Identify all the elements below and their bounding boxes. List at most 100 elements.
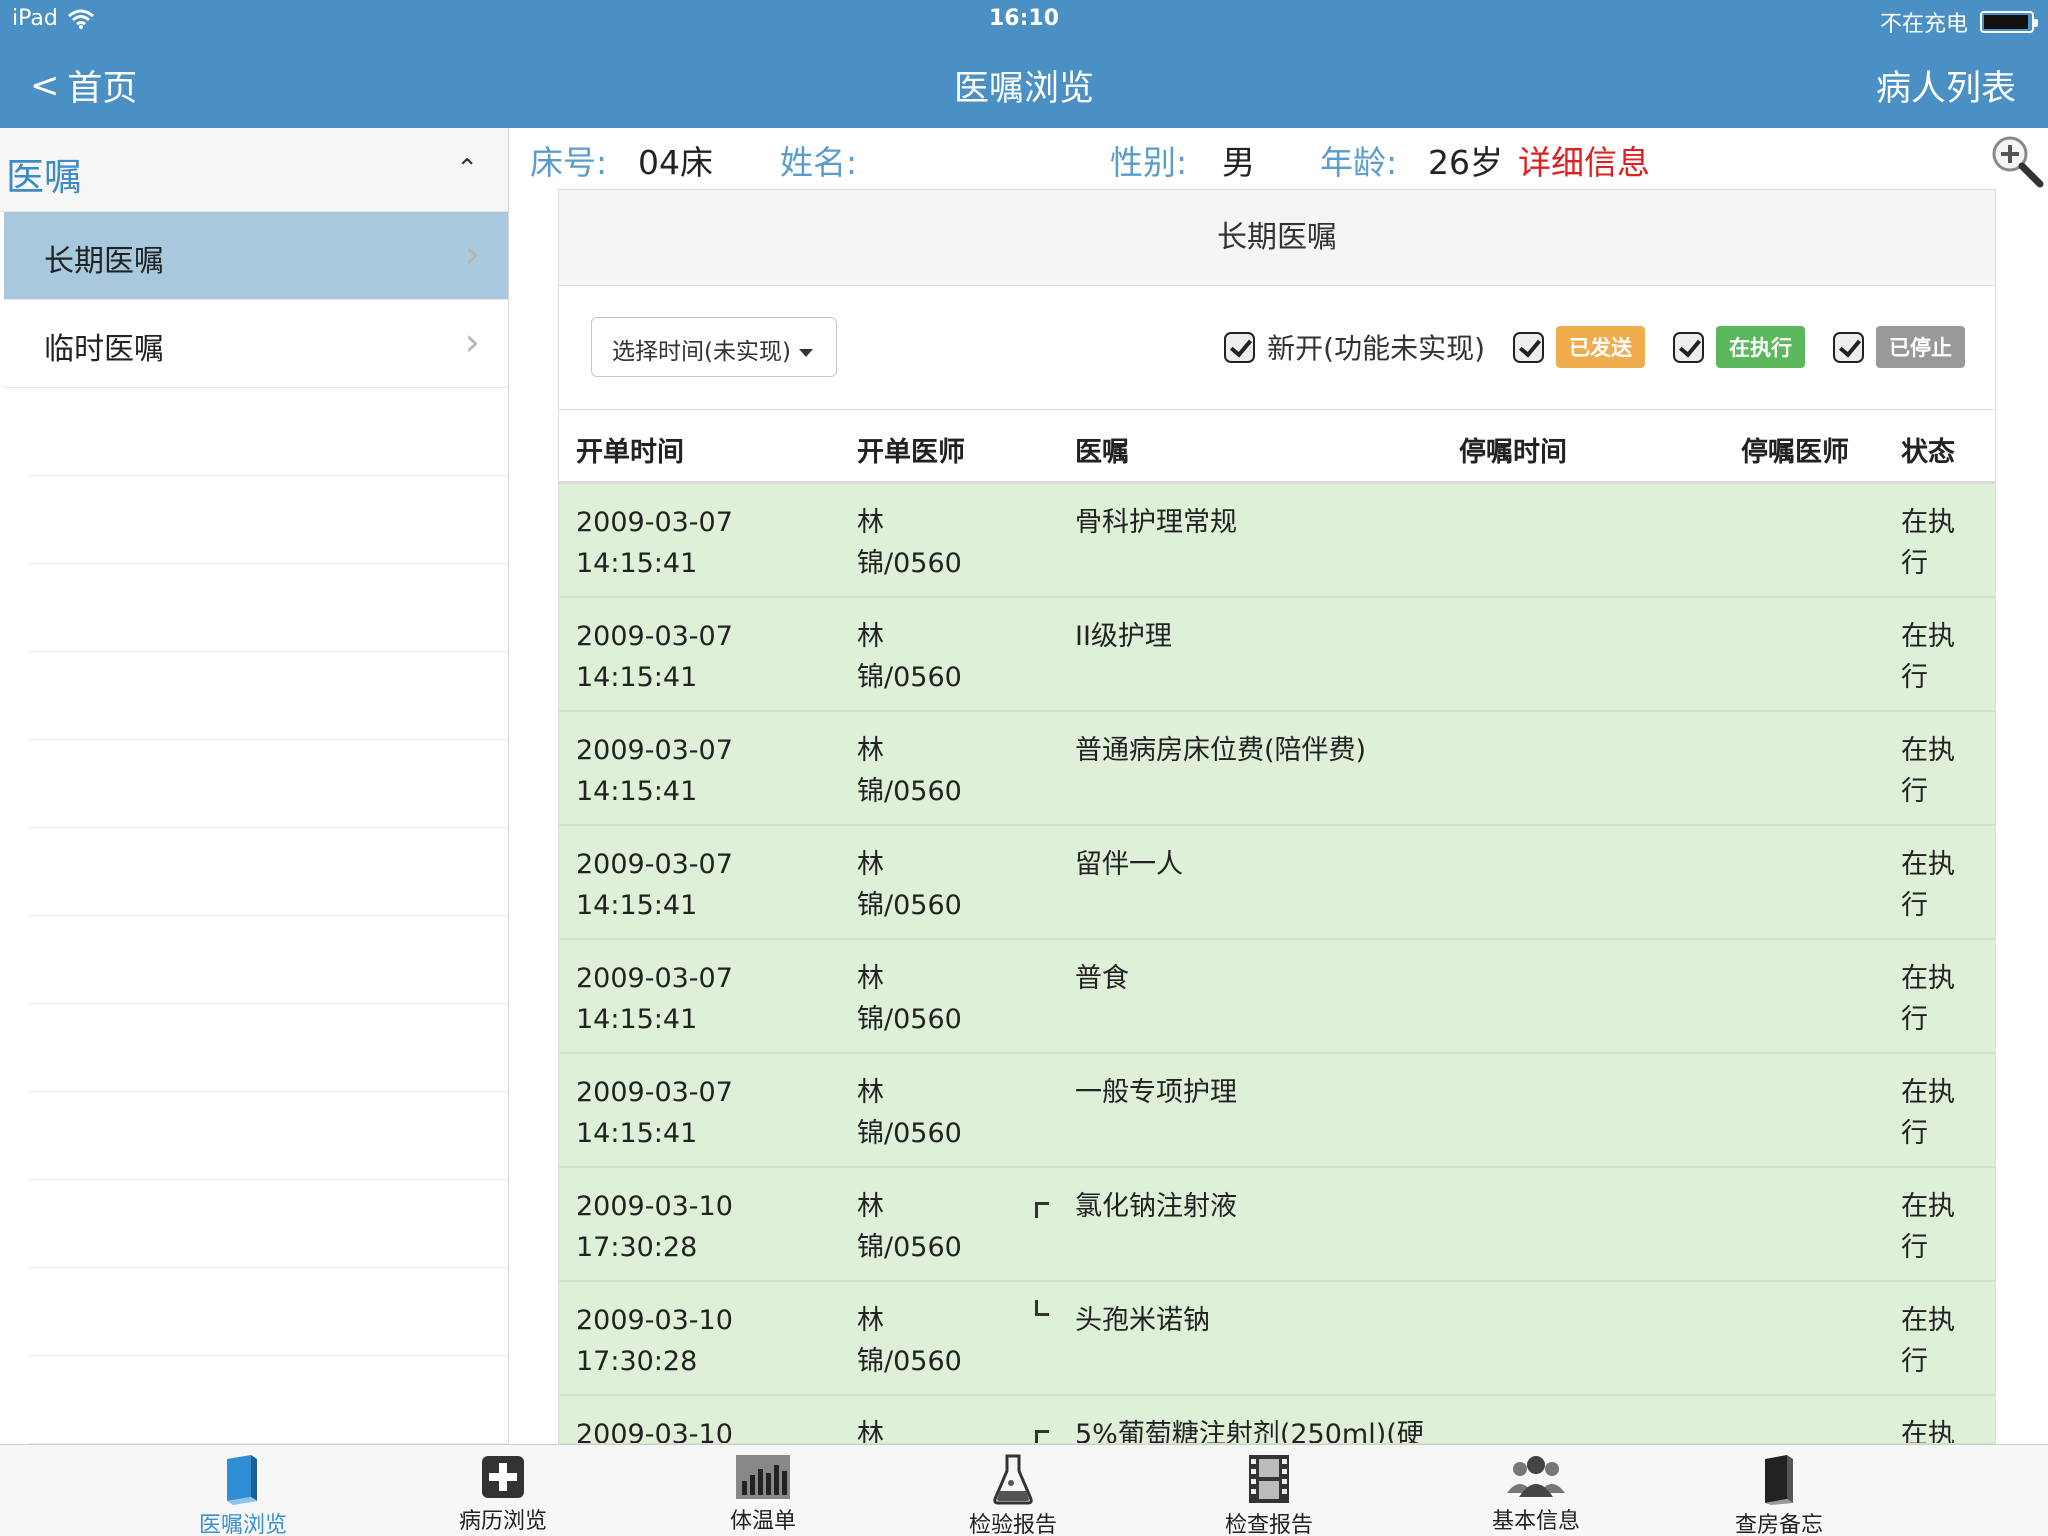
order-date: 2009-03-07 (576, 849, 733, 880)
order-status: 在执行 (1901, 844, 1961, 926)
orders-panel: 长期医嘱 选择时间(未实现) 新开(功能未实现) 已发送 在执行 已停止 开单时… (558, 189, 1996, 1444)
empty-list-row (28, 1356, 508, 1444)
chevron-right-icon: › (464, 320, 480, 364)
table-row[interactable]: 2009-03-10 林 5%葡萄糖注射剂(250ml)(硬 在执 (559, 1396, 1995, 1444)
order-clock: 14:15:41 (576, 890, 698, 921)
checkbox-checked-icon[interactable] (1513, 331, 1544, 363)
order-time: 2009-03-10 17:30:28 (576, 1300, 776, 1382)
order-doctor: 林锦/0560 (857, 1300, 977, 1382)
table-row[interactable]: 2009-03-07 14:15:41 林锦/0560 普通病房床位费(陪伴费) … (559, 712, 1995, 826)
tab-basic-info[interactable]: 基本信息 (1461, 1445, 1611, 1536)
column-header: 状态 (1901, 437, 1955, 468)
battery-icon (1980, 11, 2038, 33)
order-text: 留伴一人 (1075, 849, 1183, 880)
order-date: 2009-03-07 (576, 963, 733, 994)
zoom-in-icon[interactable] (1986, 130, 2046, 190)
order-date: 2009-03-10 (576, 1191, 733, 1222)
checkbox-checked-icon[interactable] (1673, 331, 1704, 363)
empty-list-row (28, 828, 508, 916)
status-line: 在执 (1901, 1191, 1955, 1222)
status-line: 行 (1901, 890, 1928, 921)
tab-exam-report[interactable]: 检查报告 (1194, 1445, 1344, 1536)
status-bar: iPad 16:10 不在充电 (0, 0, 2048, 40)
empty-list-row (28, 652, 508, 740)
order-time: 2009-03-10 17:30:28 (576, 1186, 776, 1268)
status-line: 行 (1901, 1346, 1928, 1377)
order-status: 在执行 (1901, 1186, 1961, 1268)
tab-lab-report[interactable]: 检验报告 (938, 1445, 1088, 1536)
status-line: 在执 (1901, 1305, 1955, 1336)
book-icon (227, 1455, 257, 1505)
status-line: 在执 (1901, 1077, 1955, 1108)
order-doctor: 林锦/0560 (857, 1186, 977, 1268)
medical-cross-icon (482, 1456, 524, 1498)
order-clock: 14:15:41 (576, 1118, 698, 1149)
doctor-id: 锦/0560 (857, 1004, 962, 1035)
tab-medical-record[interactable]: 病历浏览 (428, 1445, 578, 1536)
sidebar-item-long-term-orders[interactable]: 长期医嘱 › (4, 212, 508, 300)
sent-badge: 已发送 (1556, 326, 1645, 368)
filter-sent[interactable]: 已发送 (1513, 326, 1645, 368)
age-label: 年龄: (1320, 143, 1398, 182)
order-status: 在执行 (1901, 730, 1961, 812)
status-line: 在执 (1901, 963, 1955, 994)
order-doctor: 林锦/0560 (857, 730, 977, 812)
status-line: 在执 (1901, 1419, 1955, 1444)
time-select-dropdown[interactable]: 选择时间(未实现) (591, 317, 837, 377)
column-header: 开单医师 (857, 437, 965, 468)
column-header: 医嘱 (1075, 437, 1129, 468)
sidebar-item-temporary-orders[interactable]: 临时医嘱 › (4, 300, 508, 388)
checkbox-checked-icon[interactable] (1224, 331, 1256, 363)
bottom-tab-bar: 医嘱浏览 病历浏览 体温单 检验报告 检查报告 基本信息 查房备忘 (0, 1444, 2048, 1536)
order-text: 头孢米诺钠 (1075, 1305, 1210, 1336)
patient-info-bar: 床号: 04床 姓名: 性别: 男 年龄: 26岁 详细信息 (510, 128, 2048, 188)
order-text: 氯化钠注射液 (1075, 1191, 1237, 1222)
status-line: 行 (1901, 1118, 1928, 1149)
table-row[interactable]: 2009-03-10 17:30:28 林锦/0560 头孢米诺钠 在执行 (559, 1282, 1995, 1396)
sidebar-section-header[interactable]: 医嘱 ⌃ (0, 128, 508, 212)
table-row[interactable]: 2009-03-07 14:15:41 林锦/0560 II级护理 在执行 (559, 598, 1995, 712)
checkbox-checked-icon[interactable] (1833, 331, 1864, 363)
tab-label: 查房备忘 (1734, 1513, 1823, 1536)
stopped-badge: 已停止 (1876, 326, 1965, 368)
tab-label: 病历浏览 (458, 1509, 547, 1534)
column-header: 开单时间 (576, 437, 684, 468)
table-row[interactable]: 2009-03-10 17:30:28 林锦/0560 氯化钠注射液 在执行 (559, 1168, 1995, 1282)
order-text: 一般专项护理 (1075, 1077, 1237, 1108)
tab-temperature-chart[interactable]: 体温单 (688, 1445, 838, 1536)
patient-list-button[interactable]: 病人列表 (1876, 60, 2016, 111)
detail-info-link[interactable]: 详细信息 (1518, 136, 1650, 184)
doctor-id: 锦/0560 (857, 890, 962, 921)
doctor-name: 林 (857, 963, 884, 994)
chevron-up-icon[interactable]: ⌃ (456, 154, 478, 184)
order-status: 在执行 (1901, 1300, 1961, 1382)
caret-down-icon (798, 348, 813, 357)
doctor-name: 林 (857, 735, 884, 766)
table-row[interactable]: 2009-03-07 14:15:41 林锦/0560 普食 在执行 (559, 940, 1995, 1054)
name-label: 姓名: (780, 143, 858, 182)
order-doctor: 林锦/0560 (857, 844, 977, 926)
group-start-bracket-icon (1035, 1202, 1049, 1218)
sex-value: 男 (1222, 143, 1255, 182)
tab-label: 检验报告 (968, 1513, 1057, 1536)
sex-label: 性别: (1110, 143, 1188, 182)
tab-order-browse[interactable]: 医嘱浏览 (168, 1445, 318, 1536)
order-status: 在执行 (1901, 616, 1961, 698)
table-row[interactable]: 2009-03-07 14:15:41 林锦/0560 骨科护理常规 在执行 (559, 484, 1995, 598)
table-row[interactable]: 2009-03-07 14:15:41 林锦/0560 留伴一人 在执行 (559, 826, 1995, 940)
tab-label: 医嘱浏览 (198, 1513, 287, 1536)
chevron-right-icon: › (464, 232, 480, 276)
status-line: 行 (1901, 1232, 1928, 1263)
bed-label: 床号: (530, 143, 608, 182)
status-line: 在执 (1901, 849, 1955, 880)
doctor-name: 林 (857, 849, 884, 880)
order-clock: 14:15:41 (576, 1004, 698, 1035)
order-date: 2009-03-10 (576, 1419, 733, 1444)
table-row[interactable]: 2009-03-07 14:15:41 林锦/0560 一般专项护理 在执行 (559, 1054, 1995, 1168)
tab-ward-round-memo[interactable]: 查房备忘 (1704, 1445, 1854, 1536)
table-header: 开单时间 开单医师 医嘱 停嘱时间 停嘱医师 状态 (559, 410, 1995, 484)
filter-stopped[interactable]: 已停止 (1833, 326, 1965, 368)
status-line: 在执 (1901, 621, 1955, 652)
filter-executing[interactable]: 在执行 (1673, 326, 1805, 368)
filter-new[interactable]: 新开(功能未实现) (1224, 327, 1485, 367)
